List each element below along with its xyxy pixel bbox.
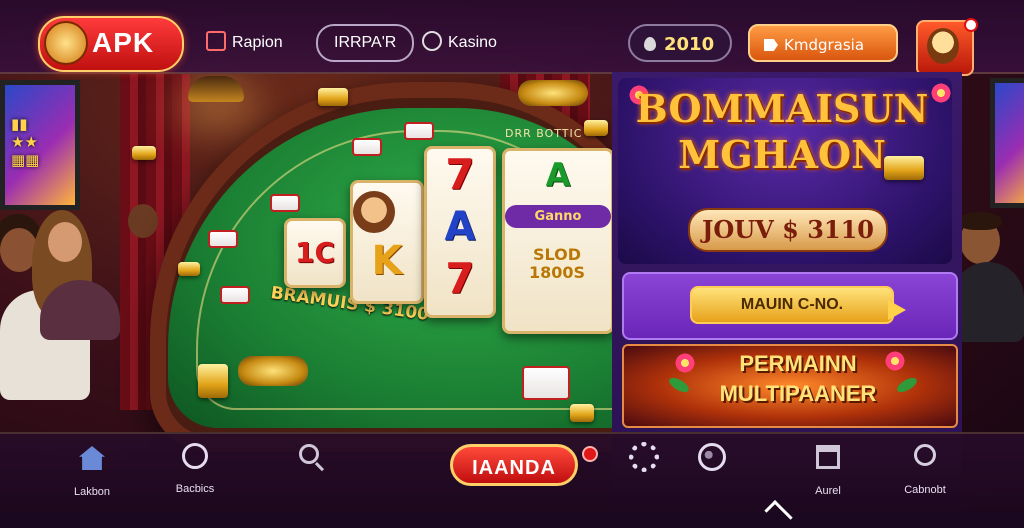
arrow-right-icon [888, 300, 906, 320]
ring-icon [182, 443, 208, 469]
nav-item-kasino[interactable]: Kasino [422, 24, 497, 62]
gold-bar [570, 404, 594, 422]
gold-coin-tray [518, 80, 588, 106]
logo-badge-icon [44, 21, 88, 65]
play-now-button[interactable]: IAANDA [450, 444, 578, 486]
search-icon [299, 444, 319, 464]
logo-text: APK [92, 27, 155, 58]
gear-icon [629, 442, 659, 472]
slot-reel-4[interactable]: A Ganno SLOD 1800S [502, 148, 614, 334]
app-logo[interactable]: APK [38, 16, 184, 72]
poker-chip [270, 194, 300, 212]
confetti-flower [930, 82, 952, 104]
bottom-nav-aurel[interactable]: Aurel [808, 440, 848, 497]
reel-badge: Ganno [505, 205, 611, 228]
notification-dot [964, 18, 978, 32]
slot-reel-2[interactable]: K [350, 180, 424, 304]
home-icon [79, 446, 105, 470]
wall-screen-right [990, 78, 1024, 208]
main-casino-button[interactable]: MAUIN C-NO. [690, 286, 894, 324]
box-icon [816, 445, 840, 469]
notification-badge [582, 446, 598, 462]
gold-bar [584, 120, 608, 136]
gold-bar [178, 262, 200, 276]
gold-bar [318, 88, 348, 106]
gold-bar [132, 146, 156, 160]
nav-item-rapion[interactable]: Rapion [206, 24, 283, 62]
felt-top-text: DRR BOTTIC [505, 127, 583, 140]
globe-icon [698, 443, 726, 471]
ceiling-lamp [188, 76, 244, 102]
promo-title: BOMMAISUN MGHAON [635, 86, 929, 177]
wall-screen-left: ▮▮ ★★ ▦▦ [0, 80, 80, 210]
tag-icon [764, 39, 778, 51]
slot-reel-3[interactable]: 7 A 7 [424, 146, 496, 318]
profile-button[interactable] [916, 18, 978, 76]
coin-drop-icon [644, 37, 656, 51]
multiplayer-title: PERMAINN MULTIPAANER [719, 351, 877, 406]
coin-balance[interactable]: 2010 [628, 24, 732, 62]
bottom-nav-bacbics[interactable]: Bacbics [172, 440, 218, 495]
join-button[interactable]: JOUV $ 3110 [688, 208, 888, 252]
bottom-nav-settings[interactable] [624, 440, 664, 482]
nav-item-irrpar[interactable]: IRRPA'R [316, 24, 415, 62]
bottom-nav-home[interactable]: Lakbon [70, 440, 114, 498]
bottom-nav-globe[interactable] [692, 440, 732, 483]
poker-chip [404, 122, 434, 140]
character-face-icon [353, 191, 395, 233]
casino-chip-icon [422, 31, 442, 51]
slot-reel-1[interactable]: 1C [284, 218, 346, 288]
bottom-nav-cabnobt[interactable]: Cabnobt [902, 440, 948, 496]
bottom-nav-search[interactable] [290, 440, 330, 484]
slot-machine-icon [206, 31, 226, 51]
tool-icon [914, 444, 936, 466]
poker-chip [208, 230, 238, 248]
character-avatar-icon [927, 28, 959, 64]
chip-stack [522, 366, 570, 400]
gold-bar [198, 364, 228, 398]
gold-coin-tray [238, 356, 308, 386]
poker-chip [220, 286, 250, 304]
header-action-button[interactable]: Kmdgrasia [748, 24, 898, 62]
poker-chip [352, 138, 382, 156]
